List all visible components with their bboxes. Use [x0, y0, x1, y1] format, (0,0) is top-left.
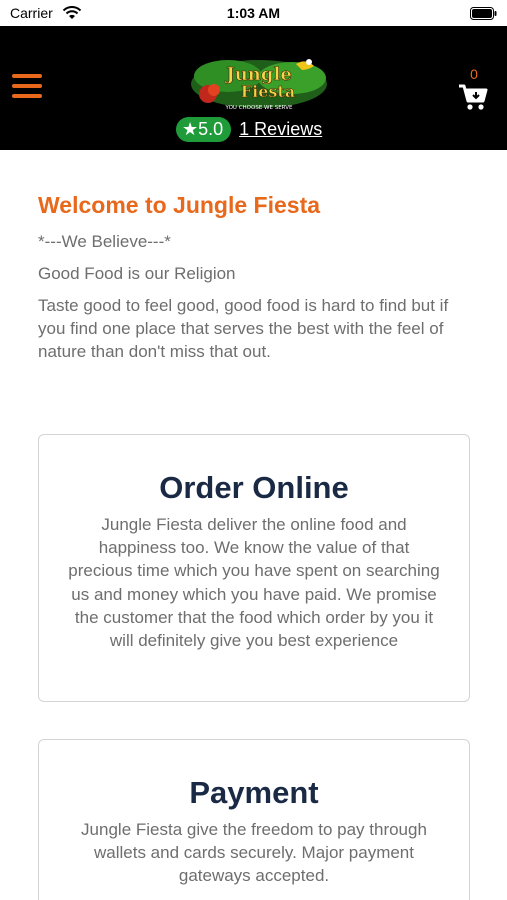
- menu-button[interactable]: [12, 74, 42, 98]
- payment-text: Jungle Fiesta give the freedom to pay th…: [81, 820, 427, 886]
- intro-section: Welcome to Jungle Fiesta *---We Believe-…: [38, 188, 470, 363]
- payment-card: Payment Jungle Fiesta give the freedom t…: [38, 739, 470, 900]
- cart-button[interactable]: [457, 82, 489, 112]
- order-online-title: Order Online: [159, 470, 349, 505]
- order-online-text: Jungle Fiesta deliver the online food an…: [68, 515, 440, 651]
- battery-icon: [470, 7, 497, 20]
- intro-subtitle: *---We Believe---*: [38, 232, 171, 251]
- payment-title: Payment: [189, 775, 319, 810]
- hamburger-menu-icon: [12, 74, 42, 78]
- cart-count-badge: 0: [470, 66, 478, 82]
- welcome-title: Welcome to Jungle Fiesta: [38, 192, 321, 218]
- rating-badge: ★5.0: [176, 116, 232, 142]
- jungle-fiesta-logo: Jungle Fiesta YOU CHOOSE WE SERVE: [191, 59, 327, 111]
- shopping-cart-icon: [459, 84, 488, 110]
- svg-text:YOU CHOOSE WE SERVE: YOU CHOOSE WE SERVE: [225, 105, 293, 111]
- app-header: Jungle Fiesta YOU CHOOSE WE SERVE ★5.0 1…: [0, 26, 507, 150]
- intro-motto: Good Food is our Religion: [38, 264, 236, 283]
- order-online-card: Order Online Jungle Fiesta deliver the o…: [38, 434, 470, 702]
- status-time: 1:03 AM: [226, 5, 281, 21]
- reviews-link[interactable]: 1 Reviews: [239, 119, 322, 140]
- rating-row: ★5.0 1 Reviews: [176, 116, 322, 142]
- status-bar: Carrier 1:03 AM: [0, 0, 507, 26]
- svg-text:Fiesta: Fiesta: [241, 82, 295, 101]
- intro-body: Taste good to feel good, good food is ha…: [38, 296, 449, 361]
